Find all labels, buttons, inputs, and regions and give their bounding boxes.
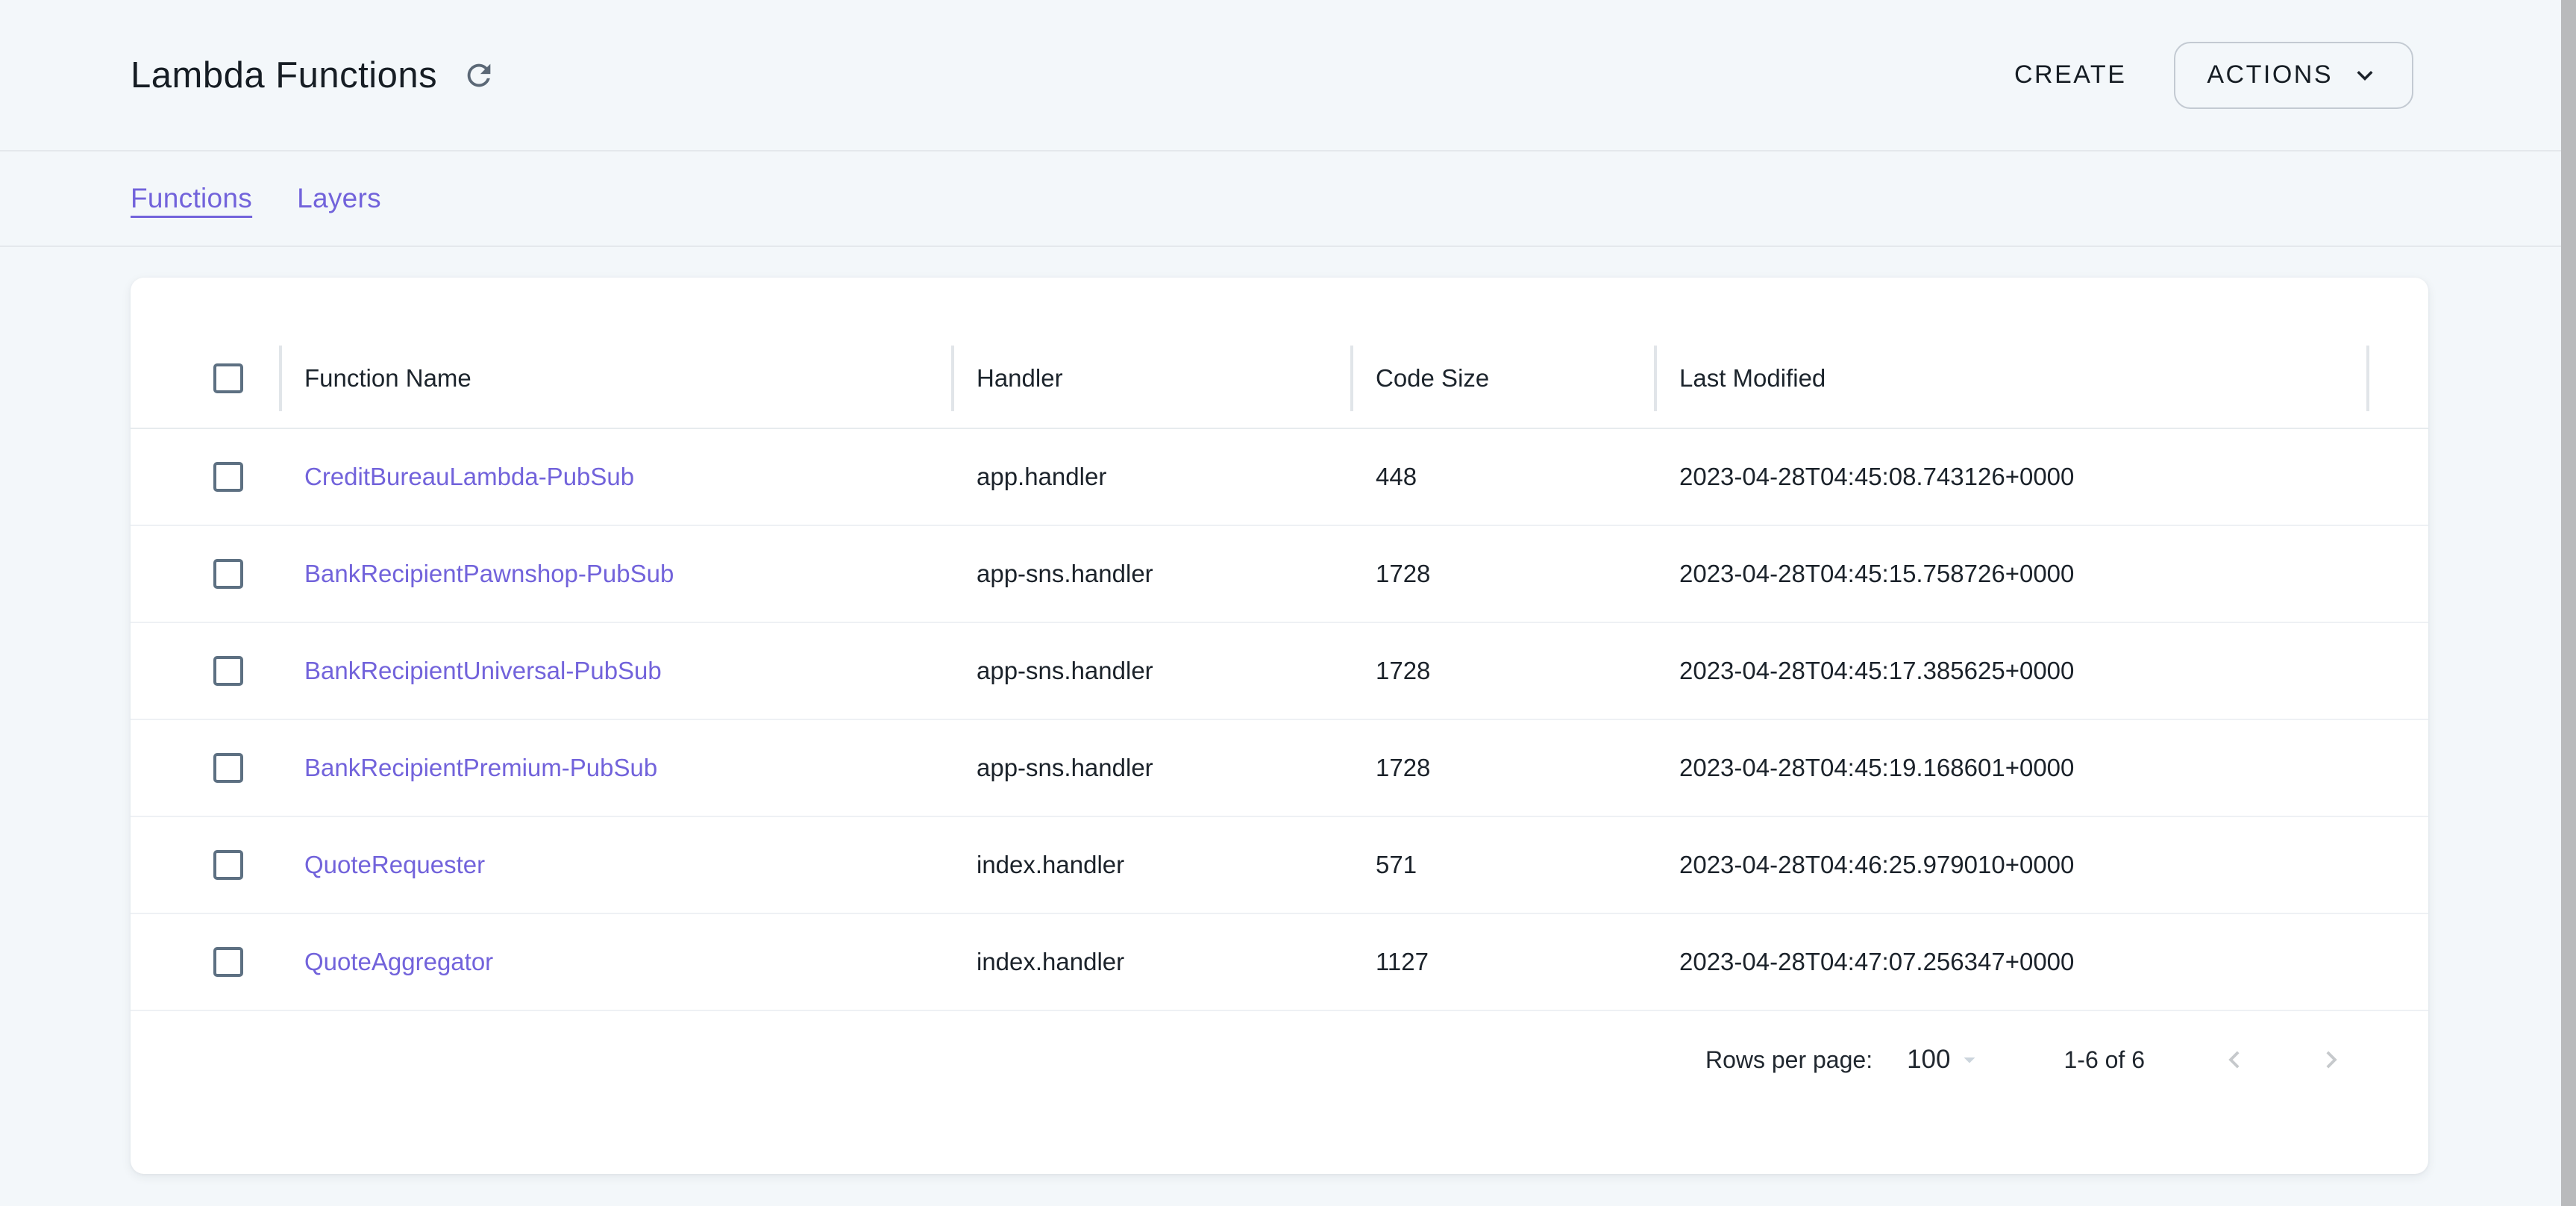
function-name-link[interactable]: QuoteRequester [279, 851, 951, 879]
code-size-cell: 1127 [1350, 948, 1654, 976]
actions-button[interactable]: ACTIONS [2174, 42, 2413, 109]
table-row: QuoteRequester index.handler 571 2023-04… [131, 817, 2428, 914]
tabs-bar: Functions Layers [0, 151, 2561, 247]
code-size-cell: 571 [1350, 851, 1654, 879]
column-header-code-size: Code Size [1350, 328, 1654, 428]
last-modified-cell: 2023-04-28T04:47:07.256347+0000 [1654, 948, 2366, 976]
last-modified-cell: 2023-04-28T04:45:08.743126+0000 [1654, 463, 2366, 491]
column-header-handler: Handler [951, 328, 1350, 428]
refresh-button[interactable] [460, 56, 498, 95]
code-size-cell: 1728 [1350, 560, 1654, 588]
tab-layers[interactable]: Layers [297, 183, 381, 214]
chevron-down-icon [2349, 60, 2381, 91]
row-checkbox[interactable] [213, 656, 243, 686]
chevron-left-icon [2217, 1043, 2251, 1077]
column-header-end-divider [2366, 328, 2428, 428]
table-header-row: Function Name Handler Code Size Last Mod… [131, 328, 2428, 429]
last-modified-cell: 2023-04-28T04:45:19.168601+0000 [1654, 754, 2366, 782]
page-title: Lambda Functions [131, 54, 437, 96]
rows-per-page-label: Rows per page: [1705, 1046, 1873, 1074]
table-row: BankRecipientPawnshop-PubSub app-sns.han… [131, 526, 2428, 623]
handler-cell: app-sns.handler [951, 754, 1350, 782]
row-checkbox-cell [131, 850, 279, 880]
create-button[interactable]: CREATE [2014, 60, 2126, 90]
last-modified-cell: 2023-04-28T04:45:17.385625+0000 [1654, 657, 2366, 685]
row-checkbox[interactable] [213, 753, 243, 783]
previous-page-button[interactable] [2212, 1037, 2257, 1082]
row-checkbox[interactable] [213, 559, 243, 589]
row-checkbox-cell [131, 753, 279, 783]
function-name-link[interactable]: BankRecipientUniversal-PubSub [279, 657, 951, 685]
function-name-link[interactable]: CreditBureauLambda-PubSub [279, 463, 951, 491]
code-size-cell: 448 [1350, 463, 1654, 491]
pagination-range-label: 1-6 of 6 [2063, 1046, 2145, 1074]
row-checkbox[interactable] [213, 850, 243, 880]
handler-cell: index.handler [951, 851, 1350, 879]
handler-cell: app.handler [951, 463, 1350, 491]
refresh-icon [462, 58, 496, 93]
pagination-bar: Rows per page: 100 1-6 of 6 [131, 1011, 2428, 1108]
row-checkbox-cell [131, 559, 279, 589]
function-name-link[interactable]: QuoteAggregator [279, 948, 951, 976]
top-bar: Lambda Functions CREATE ACTIONS [0, 0, 2561, 151]
row-checkbox-cell [131, 947, 279, 977]
column-header-function-name: Function Name [279, 328, 951, 428]
rows-per-page-select[interactable]: 100 [1907, 1045, 1950, 1075]
chevron-right-icon [2314, 1043, 2348, 1077]
arrow-dropdown-icon[interactable] [1956, 1046, 1983, 1073]
functions-table-card: Function Name Handler Code Size Last Mod… [131, 278, 2428, 1174]
table-row: QuoteAggregator index.handler 1127 2023-… [131, 914, 2428, 1011]
select-all-checkbox[interactable] [213, 363, 243, 393]
handler-cell: app-sns.handler [951, 657, 1350, 685]
row-checkbox[interactable] [213, 462, 243, 492]
last-modified-cell: 2023-04-28T04:45:15.758726+0000 [1654, 560, 2366, 588]
row-checkbox[interactable] [213, 947, 243, 977]
vertical-scrollbar[interactable] [2561, 0, 2576, 1206]
code-size-cell: 1728 [1350, 657, 1654, 685]
row-checkbox-cell [131, 462, 279, 492]
column-header-last-modified: Last Modified [1654, 328, 2366, 428]
handler-cell: index.handler [951, 948, 1350, 976]
code-size-cell: 1728 [1350, 754, 1654, 782]
actions-button-label: ACTIONS [2207, 60, 2333, 90]
tab-functions[interactable]: Functions [131, 183, 252, 214]
row-checkbox-cell [131, 656, 279, 686]
function-name-link[interactable]: BankRecipientPremium-PubSub [279, 754, 951, 782]
next-page-button[interactable] [2309, 1037, 2354, 1082]
last-modified-cell: 2023-04-28T04:46:25.979010+0000 [1654, 851, 2366, 879]
table-body: CreditBureauLambda-PubSub app.handler 44… [131, 429, 2428, 1011]
table-row: BankRecipientUniversal-PubSub app-sns.ha… [131, 623, 2428, 720]
table-row: CreditBureauLambda-PubSub app.handler 44… [131, 429, 2428, 526]
function-name-link[interactable]: BankRecipientPawnshop-PubSub [279, 560, 951, 588]
handler-cell: app-sns.handler [951, 560, 1350, 588]
table-row: BankRecipientPremium-PubSub app-sns.hand… [131, 720, 2428, 817]
select-all-cell [131, 363, 279, 393]
